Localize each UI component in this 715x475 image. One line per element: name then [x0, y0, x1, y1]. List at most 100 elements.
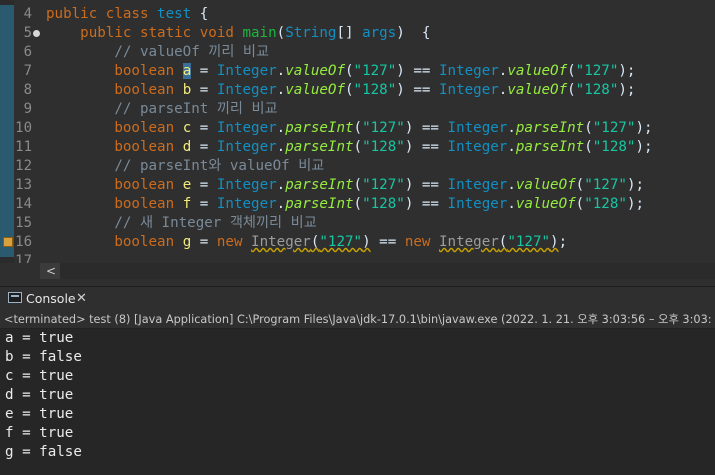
console-tab-bar: Console ✕: [0, 286, 715, 311]
code-editor[interactable]: 4 public class test {5 public static void…: [0, 0, 715, 265]
code-token: (: [353, 120, 363, 136]
code-token: valueOf: [285, 82, 345, 98]
code-token: {: [199, 6, 209, 22]
code-token: ;: [558, 234, 568, 250]
code-token: .: [507, 177, 516, 193]
code-token: "128": [362, 139, 405, 155]
code-text: // parseInt 끼리 비교: [46, 100, 277, 119]
code-token: (: [567, 82, 576, 98]
code-token: Integer: [447, 196, 508, 212]
code-token: Integer: [447, 139, 508, 155]
code-token: test: [157, 6, 200, 22]
code-line[interactable]: 15 // 새 Integer 객체끼리 비교: [0, 214, 715, 233]
fold-collapse-icon[interactable]: [33, 30, 40, 37]
code-token: .: [276, 82, 286, 98]
code-token: valueOf: [515, 177, 576, 193]
code-token: boolean: [114, 177, 183, 193]
code-token: // 새 Integer 객체끼리 비교: [46, 215, 317, 231]
code-token: (: [567, 63, 576, 79]
console-icon: [8, 292, 22, 303]
code-line[interactable]: 14 boolean f = Integer.parseInt("128") =…: [0, 195, 715, 214]
code-token: c: [182, 120, 192, 136]
line-number: 4: [23, 6, 32, 22]
code-token: parseInt: [515, 139, 585, 155]
code-line[interactable]: 12 // parseInt와 valueOf 비교: [0, 157, 715, 176]
scroll-track[interactable]: [60, 263, 715, 279]
code-token: valueOf: [507, 63, 568, 79]
code-token: new: [404, 234, 439, 250]
line-number: 6: [23, 44, 32, 60]
code-line[interactable]: 16 boolean g = new Integer("127") == new…: [0, 233, 715, 252]
tab-console[interactable]: Console: [26, 291, 76, 307]
code-token: .: [276, 120, 286, 136]
code-token: );: [626, 196, 645, 212]
code-token: (: [584, 139, 593, 155]
code-line[interactable]: 13 boolean e = Integer.parseInt("127") =…: [0, 176, 715, 195]
code-token: Integer: [216, 139, 277, 155]
line-number: 7: [23, 63, 32, 79]
code-text: boolean c = Integer.parseInt("127") == I…: [46, 119, 652, 138]
code-token: ==: [370, 234, 405, 250]
code-line[interactable]: 8 boolean b = Integer.valueOf("128") == …: [0, 81, 715, 100]
code-line[interactable]: 7 boolean a = Integer.valueOf("127") == …: [0, 62, 715, 81]
code-token: ): [362, 234, 371, 250]
code-token: ) ==: [404, 139, 448, 155]
code-text: boolean b = Integer.valueOf("128") == In…: [46, 81, 635, 100]
code-token: (: [353, 139, 363, 155]
code-token: "127": [584, 177, 627, 193]
code-token: ) ==: [404, 196, 448, 212]
code-token: =: [191, 177, 217, 193]
scroll-left-arrow-icon[interactable]: <: [46, 263, 56, 279]
code-line[interactable]: 5 public static void main(String[] args)…: [0, 24, 715, 43]
code-token: Integer: [216, 82, 277, 98]
code-token: "128": [362, 196, 405, 212]
code-token: boolean: [114, 196, 183, 212]
code-token: public static void: [80, 25, 243, 41]
code-line[interactable]: 4 public class test {: [0, 5, 715, 24]
console-header-text: <terminated> test (8) [Java Application]…: [4, 313, 712, 326]
code-line[interactable]: 10 boolean c = Integer.parseInt("127") =…: [0, 119, 715, 138]
line-number: 12: [15, 158, 32, 174]
code-token: );: [618, 82, 636, 98]
code-text: // parseInt와 valueOf 비교: [46, 157, 324, 176]
code-token: "128": [575, 82, 619, 98]
scrollbar-corner: [0, 263, 40, 279]
code-token: Integer: [438, 234, 499, 250]
code-token: public class: [46, 6, 158, 22]
code-token: boolean: [114, 234, 183, 250]
code-token: String: [285, 25, 337, 41]
code-line[interactable]: 9 // parseInt 끼리 비교: [0, 100, 715, 119]
code-token: boolean: [114, 63, 183, 79]
code-line[interactable]: 6 // valueOf 끼리 비교: [0, 43, 715, 62]
code-text: boolean e = Integer.parseInt("127") == I…: [46, 176, 644, 195]
quick-fix-warning-icon[interactable]: [3, 237, 13, 247]
code-token: b: [182, 82, 192, 98]
code-token: (: [345, 63, 354, 79]
line-number: 14: [15, 196, 32, 212]
code-token: new: [216, 234, 252, 250]
code-token: Integer: [216, 177, 277, 193]
close-icon[interactable]: ✕: [76, 291, 87, 307]
console-output[interactable]: a = true b = false c = true d = true e = tru…: [0, 329, 715, 475]
code-text: public class test {: [46, 5, 208, 24]
horizontal-scrollbar[interactable]: <: [40, 263, 715, 279]
code-line[interactable]: 11 boolean d = Integer.parseInt("128") =…: [0, 138, 715, 157]
code-token: =: [191, 234, 217, 250]
code-token: "128": [592, 139, 636, 155]
console-output-line: e = true: [5, 406, 74, 422]
console-output-line: b = false: [5, 349, 82, 365]
code-token: Integer: [438, 63, 499, 79]
code-token: =: [191, 120, 217, 136]
code-token: "127": [353, 63, 397, 79]
code-text: boolean d = Integer.parseInt("128") == I…: [46, 138, 652, 157]
code-token: boolean: [114, 82, 183, 98]
code-text: boolean a = Integer.valueOf("127") == In…: [46, 62, 635, 81]
line-number: 11: [15, 139, 32, 155]
code-text: // valueOf 끼리 비교: [46, 43, 269, 62]
code-token: []: [336, 25, 363, 41]
